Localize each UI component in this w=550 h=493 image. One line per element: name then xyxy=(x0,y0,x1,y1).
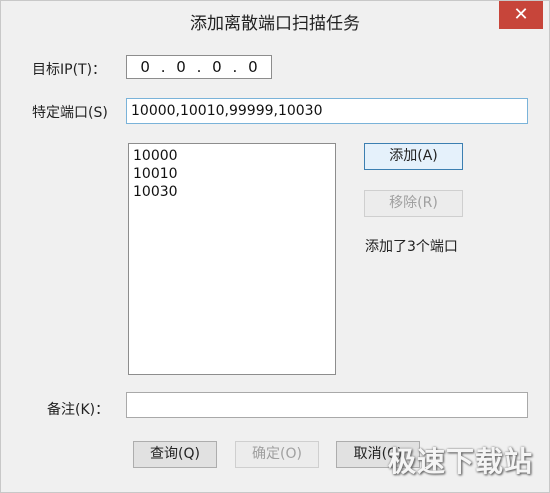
list-item[interactable]: 10010 xyxy=(133,165,331,183)
ip-octet-4[interactable]: 0 xyxy=(248,58,258,76)
ports-label: 特定端口(S) xyxy=(32,105,108,121)
list-item[interactable]: 10000 xyxy=(133,147,331,165)
ip-separator: . xyxy=(196,58,202,76)
ip-octet-3[interactable]: 0 xyxy=(212,58,222,76)
watermark-text: 极速下载站 xyxy=(387,445,533,478)
target-ip-input[interactable]: 0 . 0 . 0 . 0 xyxy=(126,55,272,79)
note-input[interactable] xyxy=(126,392,528,418)
dialog-window: 添加离散端口扫描任务 ✕ 目标IP(T)： 0 . 0 . 0 . 0 特定端口… xyxy=(0,0,550,493)
window-title: 添加离散端口扫描任务 xyxy=(190,14,360,34)
ip-separator: . xyxy=(232,58,238,76)
target-ip-label: 目标IP(T)： xyxy=(32,62,107,78)
add-button[interactable]: 添加(A) xyxy=(364,143,463,170)
ip-separator: . xyxy=(160,58,166,76)
status-text: 添加了3个端口 xyxy=(365,239,458,255)
title-bar: 添加离散端口扫描任务 ✕ xyxy=(1,1,549,37)
ip-octet-1[interactable]: 0 xyxy=(140,58,150,76)
ok-button[interactable]: 确定(O) xyxy=(235,441,319,468)
list-item[interactable]: 10030 xyxy=(133,183,331,201)
port-listbox[interactable]: 10000 10010 10030 xyxy=(128,143,336,375)
query-button[interactable]: 查询(Q) xyxy=(133,441,217,468)
ports-input[interactable]: 10000,10010,99999,10030 xyxy=(126,98,528,124)
remove-button[interactable]: 移除(R) xyxy=(364,190,463,217)
close-button[interactable]: ✕ xyxy=(499,1,543,29)
ip-octet-2[interactable]: 0 xyxy=(176,58,186,76)
note-label: 备注(K)： xyxy=(47,402,110,418)
